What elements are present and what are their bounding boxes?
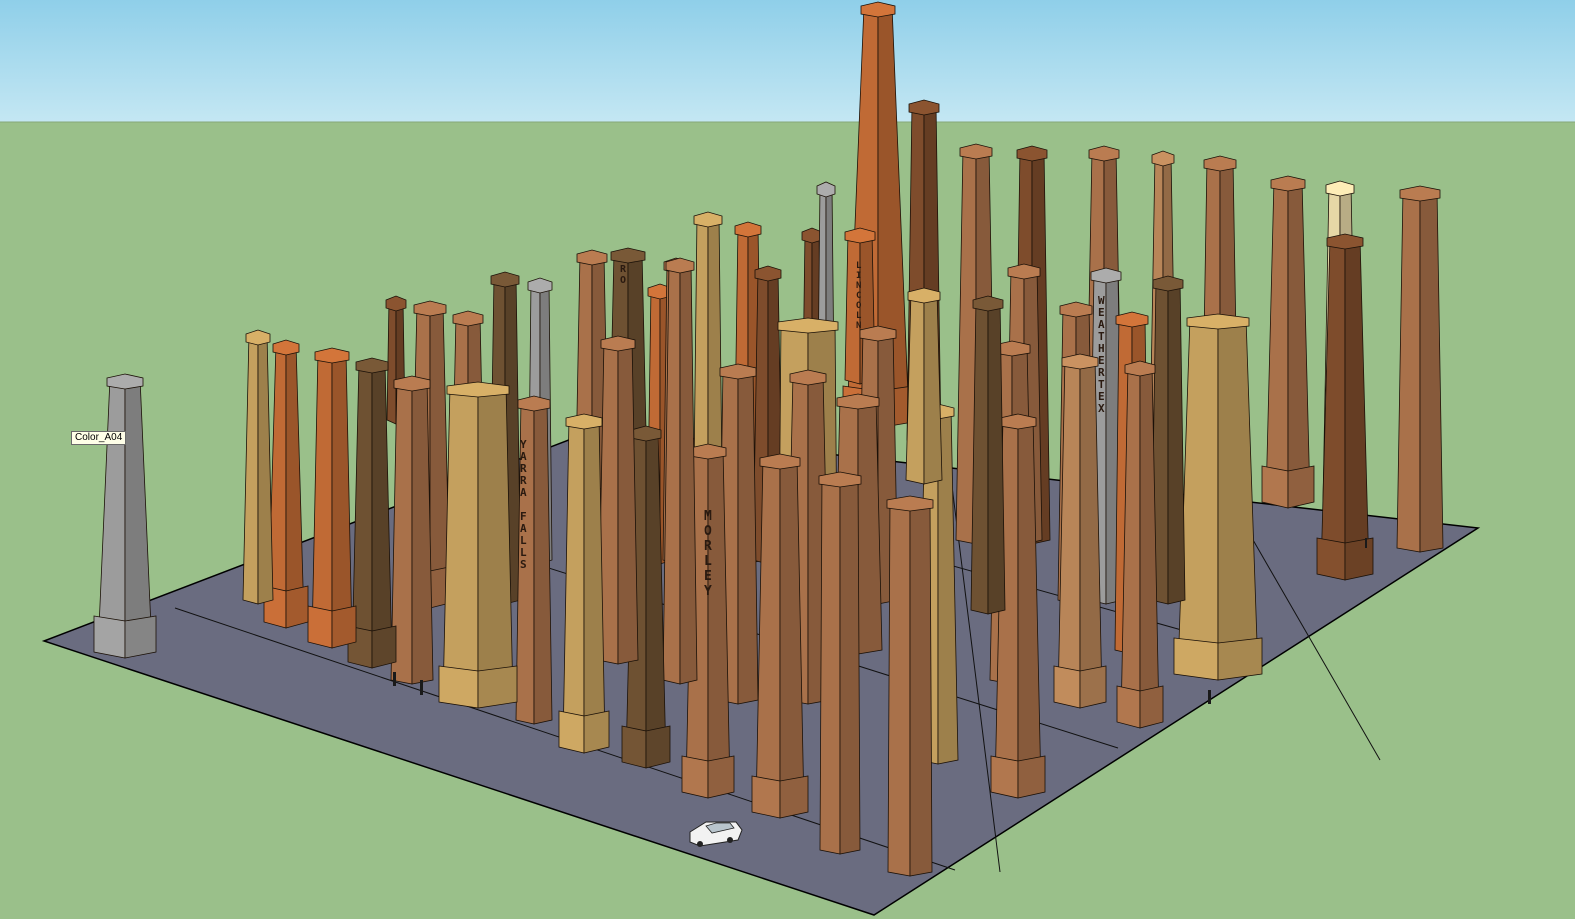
selection-tooltip: Color_A04 <box>71 431 127 445</box>
sign-weathertex: WEATHERTEX <box>1098 294 1105 415</box>
sky <box>0 0 1575 122</box>
chimney-53[interactable] <box>390 375 434 685</box>
chimney-38[interactable] <box>905 287 943 485</box>
sign-ro: RO <box>620 264 627 286</box>
chimney-49[interactable] <box>597 335 639 665</box>
chimney-59[interactable] <box>886 495 934 877</box>
chimney-52[interactable] <box>438 381 518 709</box>
chimney-24[interactable] <box>1396 185 1444 553</box>
sign-yarra-falls: YARRA FALLS <box>520 438 527 571</box>
chimney-47[interactable] <box>662 257 698 685</box>
3d-scene[interactable]: M O R L E Y Y A R R A F A L L S W E A T H E R T E X L I N C O L N R O <box>0 0 1575 919</box>
sign-lincoln: LINCOLN <box>856 261 862 331</box>
modeling-viewport[interactable]: MORLEY YARRA FALLS WEATHERTEX LINCOLN RO Col… <box>0 0 1575 919</box>
chimney-58[interactable] <box>818 471 862 855</box>
sign-morley: MORLEY <box>704 509 712 599</box>
chimney-36[interactable] <box>970 295 1006 615</box>
